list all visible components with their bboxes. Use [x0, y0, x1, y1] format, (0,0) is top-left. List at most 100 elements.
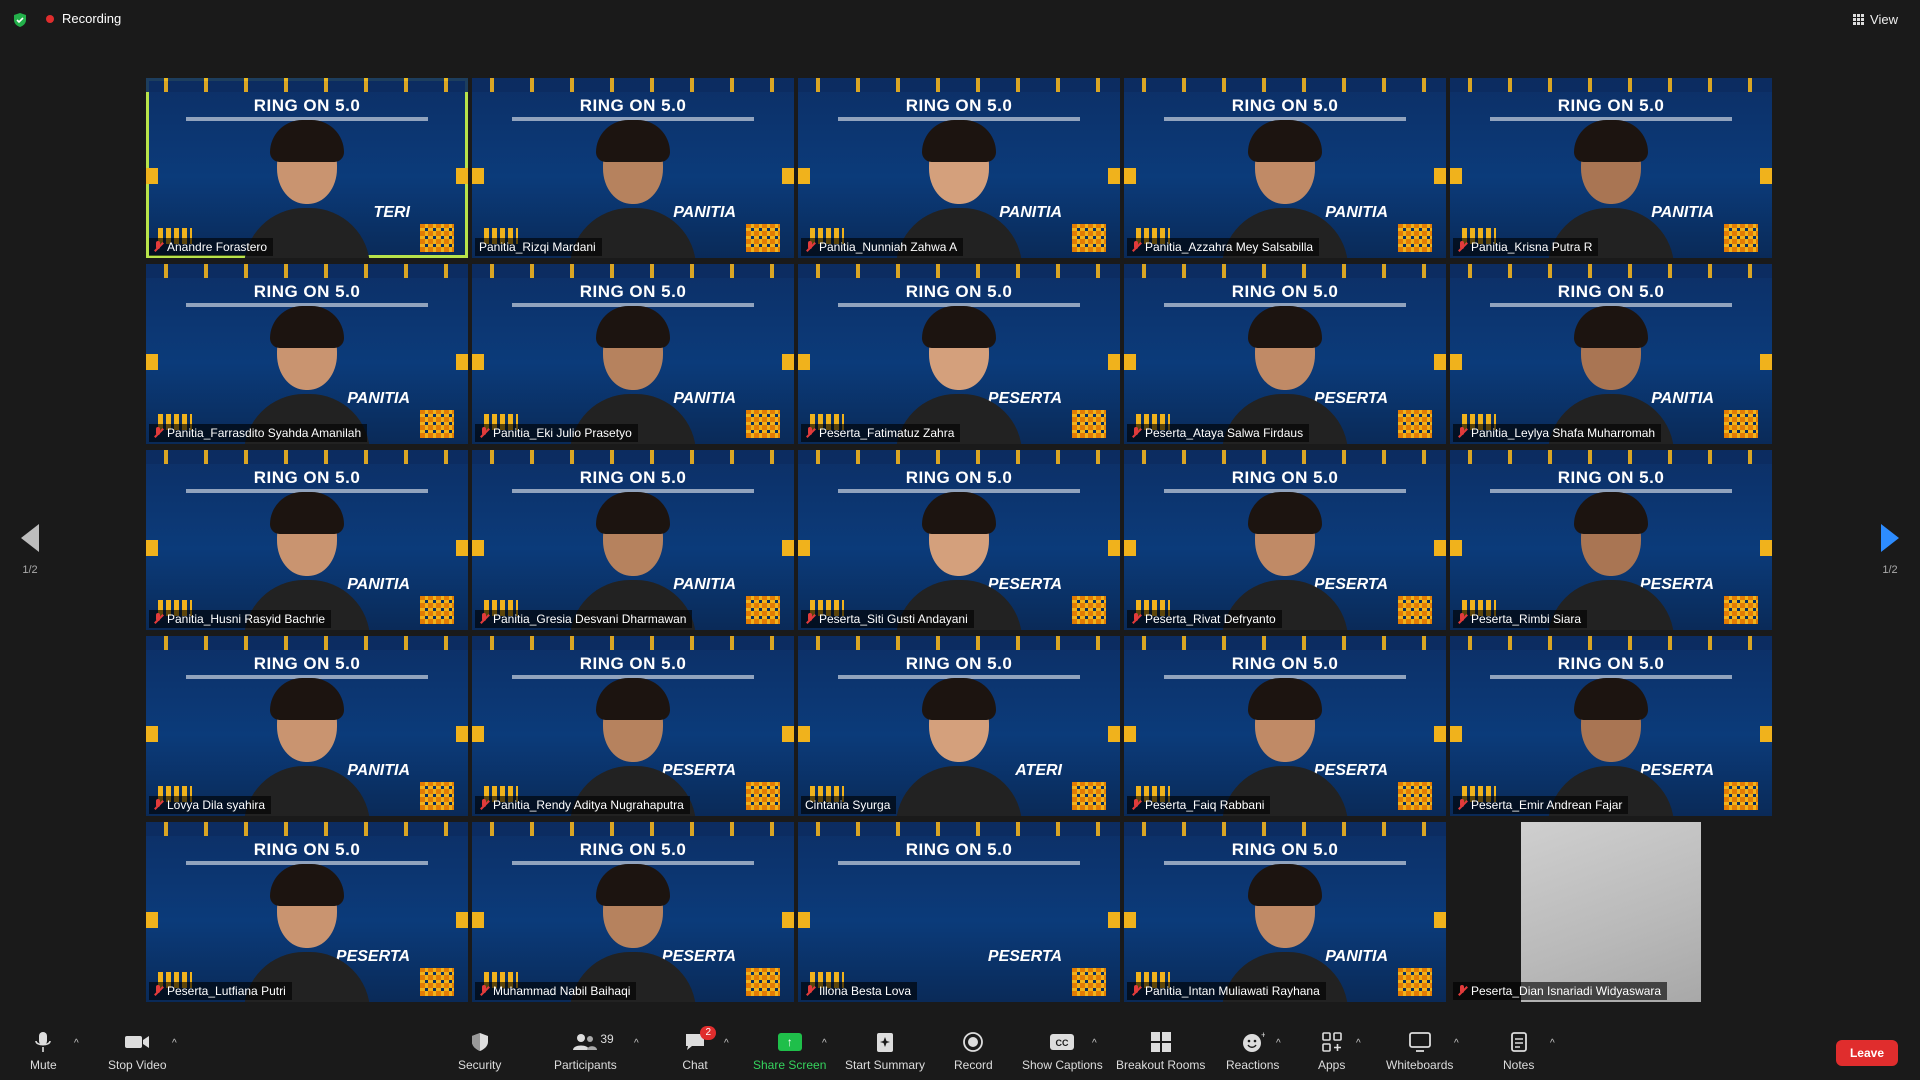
muted-microphone-icon: [1457, 241, 1467, 253]
record-label: Record: [954, 1058, 993, 1072]
banner-dots-right: [420, 782, 454, 810]
avatar-icon: [884, 480, 1034, 630]
banner-flag-left: [472, 354, 484, 370]
banner-flag-right: [782, 540, 794, 556]
leave-button[interactable]: Leave: [1835, 1040, 1898, 1066]
participant-nametag: Peserta_Faiq Rabbani: [1127, 796, 1271, 814]
participant-tile[interactable]: RING ON 5.0 PANITIA Lovya Dila syahira: [146, 636, 468, 816]
chat-options-caret[interactable]: ^: [724, 1038, 729, 1049]
participant-nametag: Panitia_Nunniah Zahwa A: [801, 238, 964, 256]
next-page-button[interactable]: 1/2: [1870, 524, 1910, 576]
chat-label: Chat: [682, 1058, 708, 1072]
participant-tile[interactable]: RING ON 5.0 PANITIA Panitia_Gresia Desvani…: [472, 450, 794, 630]
banner-dots-right: [1724, 782, 1758, 810]
participant-tile[interactable]: RING ON 5.0 PANITIA Panitia_Intan Muliawat…: [1124, 822, 1446, 1002]
avatar-icon: [1210, 666, 1360, 816]
participant-nametag: Illona Besta Lova: [801, 982, 918, 1000]
banner-dots-right: [1398, 596, 1432, 624]
banner-flag-right: [1434, 354, 1446, 370]
participant-tile[interactable]: RING ON 5.0 PANITIA Panitia_Rizqi Mardani: [472, 78, 794, 258]
participant-tile[interactable]: RING ON 5.0 PANITIA Panitia_Nunniah Zahwa …: [798, 78, 1120, 258]
muted-microphone-icon: [479, 613, 489, 625]
video-options-caret[interactable]: ^: [172, 1038, 177, 1049]
reactions-button[interactable]: + Reactions: [1226, 1030, 1279, 1072]
participant-nametag: Panitia_Leylya Shafa Muharromah: [1453, 424, 1662, 442]
banner-flag-right: [782, 354, 794, 370]
banner-dots-right: [1724, 596, 1758, 624]
captions-options-caret[interactable]: ^: [1092, 1038, 1097, 1049]
mute-button[interactable]: Mute: [30, 1030, 57, 1072]
banner-flag-right: [456, 354, 468, 370]
participant-tile[interactable]: RING ON 5.0 PESERTA Peserta_Fatimatuz Zahr…: [798, 264, 1120, 444]
participant-tile[interactable]: RING ON 5.0 PESERTA Peserta_Rivat Defryant…: [1124, 450, 1446, 630]
banner-flag-left: [472, 540, 484, 556]
participant-tile[interactable]: RING ON 5.0 PANITIA Panitia_Farrasdito Sya…: [146, 264, 468, 444]
muted-microphone-icon: [479, 985, 489, 997]
participant-tile[interactable]: RING ON 5.0 PESERTA Peserta_Rimbi Siara: [1450, 450, 1772, 630]
breakout-rooms-button[interactable]: Breakout Rooms: [1116, 1030, 1205, 1072]
banner-dots-right: [746, 968, 780, 996]
security-button[interactable]: Security: [458, 1030, 501, 1072]
participant-tile[interactable]: RING ON 5.0 PANITIA Panitia_Eki Julio Pras…: [472, 264, 794, 444]
banner-flag-left: [146, 912, 158, 928]
participant-tile[interactable]: Peserta_Dian Isnariadi Widyaswara: [1450, 822, 1772, 1002]
participant-tile[interactable]: RING ON 5.0 TERI Anandre Forastero: [146, 78, 468, 258]
previous-page-button[interactable]: 1/2: [10, 524, 50, 576]
chat-button[interactable]: 2 Chat: [682, 1026, 716, 1072]
show-captions-button[interactable]: CC Show Captions: [1022, 1030, 1103, 1072]
participant-tile[interactable]: RING ON 5.0 PANITIA Panitia_Azzahra Mey Sa…: [1124, 78, 1446, 258]
start-summary-button[interactable]: Start Summary: [845, 1030, 925, 1072]
participant-video: [558, 108, 708, 258]
participant-tile[interactable]: RING ON 5.0 PESERTA Illona Besta Lova: [798, 822, 1120, 1002]
share-options-caret[interactable]: ^: [822, 1038, 827, 1049]
muted-microphone-icon: [805, 985, 815, 997]
view-label: View: [1870, 12, 1898, 27]
reactions-options-caret[interactable]: ^: [1276, 1038, 1281, 1049]
whiteboards-options-caret[interactable]: ^: [1454, 1038, 1459, 1049]
banner-wave-decoration: [472, 822, 794, 836]
participant-tile[interactable]: RING ON 5.0 PESERTA Peserta_Lutfiana Putri: [146, 822, 468, 1002]
whiteboards-button[interactable]: Whiteboards: [1386, 1030, 1453, 1072]
participant-tile[interactable]: RING ON 5.0 PANITIA Panitia_Husni Rasyid B…: [146, 450, 468, 630]
mute-options-caret[interactable]: ^: [74, 1038, 79, 1049]
participant-name: Panitia_Rizqi Mardani: [479, 240, 596, 254]
notes-button[interactable]: Notes: [1503, 1030, 1534, 1072]
share-screen-button[interactable]: ↑ Share Screen: [753, 1030, 826, 1072]
record-button[interactable]: Record: [954, 1030, 993, 1072]
participant-tile[interactable]: RING ON 5.0 PANITIA Panitia_Krisna Putra R: [1450, 78, 1772, 258]
participant-tile[interactable]: RING ON 5.0 ATERI Cintania Syurga: [798, 636, 1120, 816]
shield-icon[interactable]: [12, 12, 28, 28]
participant-name: Peserta_Siti Gusti Andayani: [819, 612, 968, 626]
chat-unread-badge: 2: [700, 1026, 716, 1040]
participant-tile[interactable]: RING ON 5.0 PESERTA Peserta_Ataya Salwa Fi…: [1124, 264, 1446, 444]
banner-dots-right: [1398, 968, 1432, 996]
participants-options-caret[interactable]: ^: [634, 1038, 639, 1049]
participant-tile[interactable]: RING ON 5.0 PESERTA Peserta_Siti Gusti And…: [798, 450, 1120, 630]
stop-video-button[interactable]: Stop Video: [108, 1030, 167, 1072]
banner-wave-decoration: [1124, 450, 1446, 464]
recording-indicator[interactable]: Recording: [46, 11, 121, 26]
participant-tile[interactable]: RING ON 5.0 PESERTA Muhammad Nabil Baihaqi: [472, 822, 794, 1002]
show-captions-label: Show Captions: [1022, 1058, 1103, 1072]
participant-nametag: Lovya Dila syahira: [149, 796, 272, 814]
participant-tile[interactable]: RING ON 5.0 PESERTA Panitia_Rendy Aditya N…: [472, 636, 794, 816]
chat-bubble-icon: 2: [682, 1026, 716, 1054]
participant-tile[interactable]: RING ON 5.0 PESERTA Peserta_Emir Andrean F…: [1450, 636, 1772, 816]
participant-name: Peserta_Fatimatuz Zahra: [819, 426, 955, 440]
view-button[interactable]: View: [1847, 9, 1904, 30]
banner-dots-right: [746, 224, 780, 252]
participant-nametag: Peserta_Dian Isnariadi Widyaswara: [1453, 982, 1668, 1000]
apps-options-caret[interactable]: ^: [1356, 1038, 1361, 1049]
banner-subtitle-line: [838, 861, 1080, 865]
apps-button[interactable]: Apps: [1318, 1030, 1345, 1072]
banner-wave-decoration: [798, 636, 1120, 650]
participant-tile[interactable]: RING ON 5.0 PANITIA Panitia_Leylya Shafa M…: [1450, 264, 1772, 444]
notes-options-caret[interactable]: ^: [1550, 1038, 1555, 1049]
participants-button[interactable]: 39 Participants: [554, 1030, 617, 1072]
participant-tile[interactable]: RING ON 5.0 PESERTA Peserta_Faiq Rabbani: [1124, 636, 1446, 816]
recording-label: Recording: [62, 11, 122, 26]
participant-nametag: Panitia_Krisna Putra R: [1453, 238, 1599, 256]
banner-dots-right: [746, 410, 780, 438]
mute-label: Mute: [30, 1058, 57, 1072]
muted-microphone-icon: [1457, 427, 1467, 439]
